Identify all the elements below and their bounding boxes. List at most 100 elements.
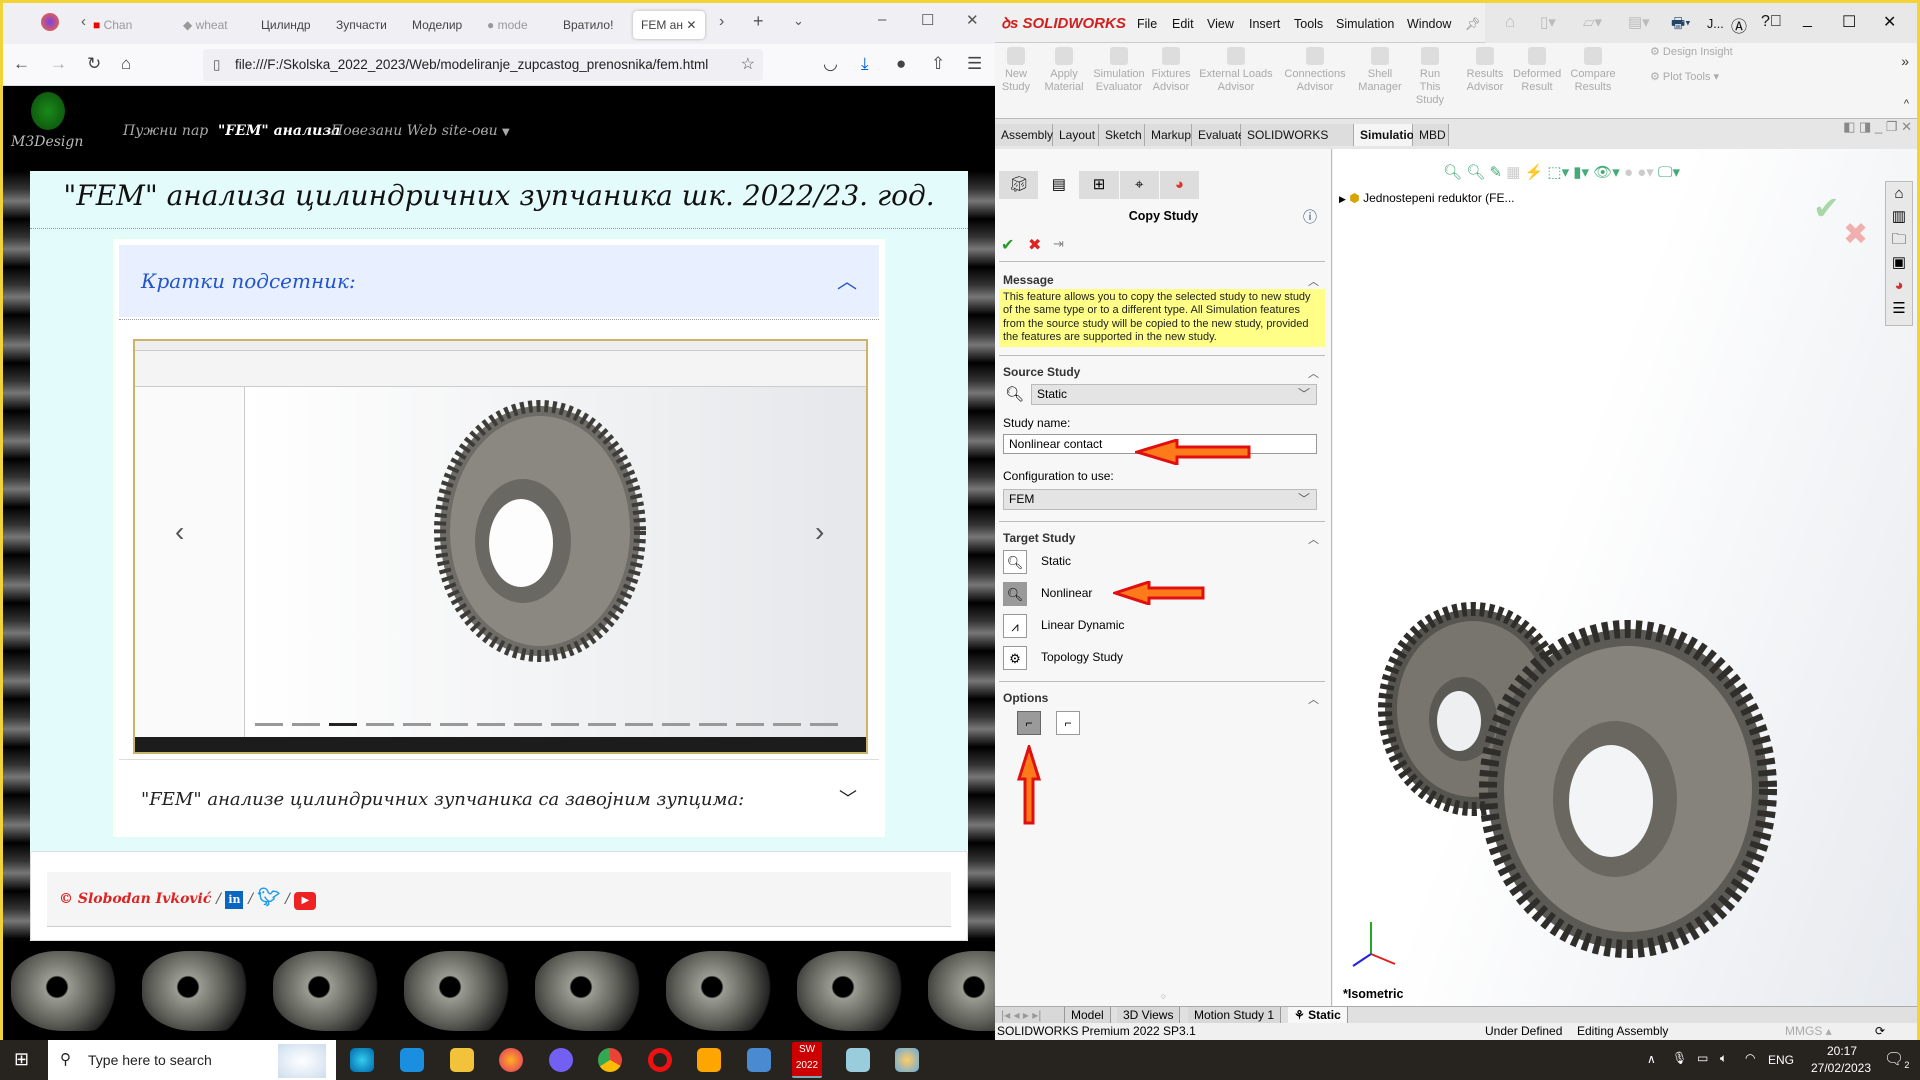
tab[interactable]: ◆ wheat [183, 11, 243, 39]
configuration-select[interactable]: FEM ﹀ [1003, 489, 1317, 510]
cm-tab[interactable]: Layout [1053, 124, 1099, 146]
previous-view-icon[interactable]: ✎ [1489, 164, 1502, 181]
site-logo[interactable]: M3Design [11, 134, 83, 150]
deformed-result-button[interactable]: Deformed Result [1513, 47, 1561, 94]
units-selector[interactable]: MMGS ▴ [1785, 1023, 1832, 1040]
account-icon[interactable]: Ⓐ [1731, 13, 1747, 37]
windows-start-icon[interactable]: ⊞ [14, 1049, 29, 1070]
show-hidden-icons[interactable]: ∧ [1647, 1052, 1656, 1066]
tab[interactable]: ■ Chan [93, 11, 161, 39]
apply-scene-icon[interactable]: ●▾ [1637, 164, 1654, 181]
collapse-icon[interactable]: ︿ [1308, 365, 1319, 381]
section-source-study[interactable]: Source Study [1003, 365, 1080, 379]
list-tabs-icon[interactable]: ⌄ [793, 13, 804, 29]
simulation-evaluator-button[interactable]: Simulation Evaluator [1093, 47, 1145, 94]
reload-icon[interactable]: ↻ [87, 54, 101, 74]
home-icon[interactable]: ⌂ [121, 54, 131, 74]
pin-icon[interactable]: 📌︎ [1465, 17, 1481, 32]
carousel-indicator[interactable] [736, 723, 764, 726]
zoom-area-icon[interactable]: 🔍︎ [1466, 164, 1485, 181]
carousel-indicator[interactable] [588, 723, 616, 726]
twitter-icon[interactable]: 🐦︎ [257, 887, 280, 908]
menu-icon[interactable]: ☰ [967, 54, 982, 74]
copy-results-option-icon[interactable]: ⌐ [1017, 711, 1041, 735]
confirm-corner-cancel-icon[interactable]: ✖ [1843, 217, 1868, 252]
view-orientation-icon[interactable]: ⬚▾ [1547, 164, 1569, 181]
close-window-icon[interactable]: ✕ [966, 11, 979, 29]
language-indicator[interactable]: ENG [1768, 1053, 1794, 1067]
custom-properties-icon[interactable]: ☰ [1886, 297, 1912, 320]
dimxpert-tab-icon[interactable]: ⌖ [1119, 171, 1159, 199]
file-explorer-icon[interactable]: 🗀︎ [1886, 228, 1912, 251]
extension-icon[interactable]: ● [896, 54, 906, 74]
wifi-icon[interactable]: ◠ [1745, 1051, 1755, 1065]
plot-tools-button[interactable]: ⚙ Plot Tools ▾ [1650, 71, 1719, 84]
cm-tab[interactable]: MBD [1413, 124, 1449, 146]
tile-left-icon[interactable]: ◧ [1843, 119, 1855, 134]
forward-icon[interactable]: → [50, 54, 67, 74]
carousel-indicator[interactable] [551, 723, 579, 726]
carousel-indicator[interactable] [477, 723, 505, 726]
carousel-indicator[interactable] [514, 723, 542, 726]
save-icon[interactable]: ▤▾ [1628, 13, 1650, 31]
tab-motion-study[interactable]: Motion Study 1 [1188, 1007, 1282, 1024]
menu-window[interactable]: Window [1407, 17, 1451, 31]
tab-active[interactable]: FEM ан ✕ [633, 11, 705, 39]
carousel-indicator[interactable] [329, 723, 357, 726]
carousel-indicator[interactable] [699, 723, 727, 726]
carousel-indicator[interactable] [662, 723, 690, 726]
chevron-down-icon[interactable]: ﹀ [839, 769, 857, 831]
help-icon[interactable]: ?⃝ [1761, 13, 1782, 31]
run-study-button[interactable]: Run This Study [1410, 47, 1450, 107]
compare-results-button[interactable]: Compare Results [1569, 47, 1617, 94]
tab-scroll-icons[interactable]: |◂ ◂ ▸ ▸| [995, 1007, 1065, 1024]
image-carousel[interactable]: ‹ › [133, 339, 868, 754]
design-insight-button[interactable]: ⚙ Design Insight [1650, 46, 1733, 59]
section-view-icon[interactable]: ▦ [1506, 164, 1520, 181]
linkedin-icon[interactable]: in [225, 891, 244, 909]
graphics-area[interactable]: 🔍︎ 🔍︎ ✎ ▦ ⚡ ⬚▾ ▮▾ 👁︎▾ ● ●▾ 🖵︎▾ ◧ ◨ _ ❐ ✕… [1333, 119, 1917, 1009]
menu-tools[interactable]: Tools [1294, 17, 1323, 31]
app-icon[interactable] [747, 1048, 771, 1072]
new-study-button[interactable]: New Study [1001, 47, 1031, 94]
cm-tab[interactable]: Simulation [1354, 124, 1421, 146]
target-topology-option[interactable]: ⚙ Topology Study [1003, 645, 1123, 670]
sw-resources-icon[interactable]: ⌂ [1886, 182, 1912, 205]
menu-simulation[interactable]: Simulation [1336, 17, 1394, 31]
close-tab-icon[interactable]: ✕ [686, 18, 696, 32]
clock-date[interactable]: 27/02/2023 [1808, 1061, 1874, 1075]
carousel-indicator[interactable] [292, 723, 320, 726]
carousel-indicator[interactable] [810, 723, 838, 726]
cancel-x-icon[interactable]: ✖ [1028, 235, 1041, 255]
property-manager-tab-icon[interactable]: ▤ [1039, 171, 1079, 199]
extensions-puzzle-icon[interactable]: ⇧ [931, 54, 945, 74]
target-static-option[interactable]: 🔍︎ Static [1003, 549, 1071, 574]
menu-insert[interactable]: Insert [1249, 17, 1280, 31]
copy-mesh-option-icon[interactable]: ⌐ [1056, 711, 1080, 735]
tab[interactable]: ● mode [487, 11, 547, 39]
ok-check-icon[interactable]: ✔ [1001, 235, 1014, 255]
collapse-icon[interactable]: ︿ [1308, 531, 1319, 547]
target-nonlinear-option[interactable]: 🔍︎ Nonlinear [1003, 581, 1092, 606]
opera-icon[interactable] [648, 1048, 672, 1072]
tab-static-study[interactable]: ⚘ Static [1288, 1007, 1348, 1024]
pm-resize-handle[interactable]: ○ [995, 991, 1332, 1001]
restore-icon[interactable]: ❐ [1886, 119, 1898, 134]
minimize-icon[interactable]: _ [1875, 119, 1882, 134]
shell-manager-button[interactable]: Shell Manager [1357, 47, 1403, 94]
dynamic-annotation-icon[interactable]: ⚡ [1525, 164, 1544, 181]
paint-icon[interactable] [895, 1048, 919, 1072]
rebuild-icon[interactable]: ⟳ [1875, 1023, 1885, 1040]
cm-tab[interactable]: Assembly [995, 124, 1053, 146]
new-document-icon[interactable]: ▯▾ [1540, 13, 1556, 31]
solidworks-logo[interactable]: ꝺs SOLIDWORKS [1001, 13, 1126, 33]
confirm-corner-ok-icon[interactable]: ✔ [1813, 189, 1840, 227]
carousel-next-icon[interactable]: › [815, 516, 824, 548]
carousel-indicator[interactable] [773, 723, 801, 726]
bookmark-star-icon[interactable]: ☆ [741, 49, 755, 81]
cm-tab[interactable]: SOLIDWORKS Add-Ins [1241, 124, 1354, 164]
expand-icon[interactable]: ▶ [1339, 194, 1346, 204]
new-tab-icon[interactable]: + [753, 11, 764, 32]
cm-tab[interactable]: Markup [1145, 124, 1192, 146]
target-linear-dynamic-option[interactable]: ⩘ Linear Dynamic [1003, 613, 1124, 638]
